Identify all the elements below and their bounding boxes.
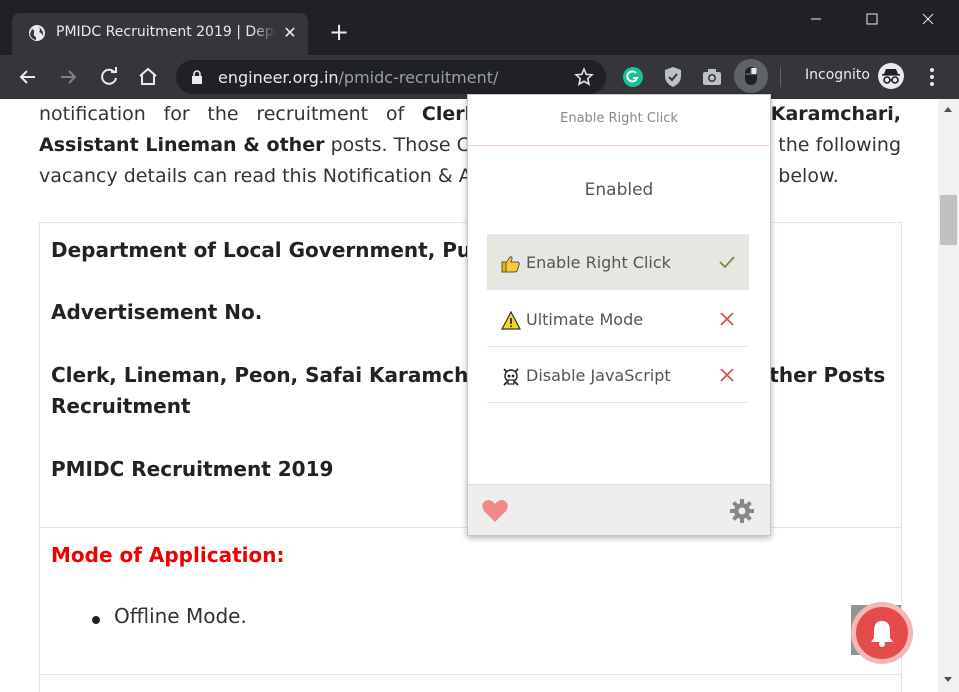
cross-icon — [720, 312, 734, 326]
globe-icon — [29, 25, 45, 41]
tab-close-icon[interactable]: ✕ — [280, 23, 300, 43]
popup-divider — [468, 145, 770, 146]
grammarly-icon[interactable] — [621, 65, 645, 89]
browser-menu-icon[interactable] — [924, 65, 940, 89]
warning-icon — [501, 311, 521, 330]
forward-arrow-icon[interactable] — [55, 64, 81, 90]
camera-icon[interactable] — [700, 65, 724, 89]
department-name: Department of Local Government, Punjab — [51, 238, 521, 262]
popup-status: Enabled — [584, 180, 654, 200]
bell-icon — [871, 621, 893, 647]
bookmark-star-icon[interactable] — [574, 67, 594, 87]
page-scrollbar[interactable] — [938, 99, 959, 692]
skull-icon — [503, 368, 519, 386]
new-tab-button[interactable]: + — [326, 20, 352, 46]
recruitment-name: PMIDC Recruitment 2019 — [51, 457, 334, 481]
option-label: Enable Right Click — [526, 253, 671, 272]
option-label: Ultimate Mode — [526, 310, 644, 329]
checkmark-icon — [719, 256, 735, 269]
table-row: Mode of Application: Offline Mode. — [40, 529, 901, 675]
minimize-icon[interactable] — [796, 6, 836, 32]
heart-icon[interactable] — [481, 498, 509, 524]
shield-extension-icon[interactable] — [661, 65, 685, 89]
popup-title: Enable Right Click — [560, 111, 678, 126]
extension-popup: Enable Right Click Enabled Enable Right … — [467, 94, 771, 536]
browser-titlebar: PMIDC Recruitment 2019 | Department of L… — [0, 0, 959, 55]
incognito-glyph-icon — [882, 69, 900, 84]
incognito-label: Incognito — [805, 67, 870, 83]
scrollbar-thumb[interactable] — [940, 195, 957, 245]
address-bar[interactable]: engineer.org.in/pmidc-recruitment/ — [176, 60, 606, 94]
thumbs-up-icon — [501, 256, 520, 273]
option-disable-javascript[interactable]: Disable JavaScript — [487, 347, 749, 403]
gear-icon[interactable] — [728, 497, 756, 525]
url-text: engineer.org.in/pmidc-recruitment/ — [218, 68, 498, 87]
maximize-icon[interactable] — [852, 6, 892, 32]
option-label: Disable JavaScript — [526, 366, 671, 385]
posts-line-2: Recruitment — [51, 394, 191, 418]
back-arrow-icon[interactable] — [15, 64, 41, 90]
reload-icon[interactable] — [96, 64, 122, 90]
toolbar-separator — [780, 67, 781, 87]
browser-toolbar: engineer.org.in/pmidc-recruitment/ Incog… — [0, 55, 959, 99]
tab-title: PMIDC Recruitment 2019 | Department of L… — [56, 24, 276, 40]
list-bullet — [92, 616, 100, 624]
cross-icon — [720, 368, 734, 382]
popup-footer — [468, 484, 770, 535]
browser-tab[interactable]: PMIDC Recruitment 2019 | Department of L… — [12, 13, 308, 55]
home-icon[interactable] — [135, 64, 161, 90]
option-enable-right-click[interactable]: Enable Right Click — [487, 234, 749, 290]
option-ultimate-mode[interactable]: Ultimate Mode — [487, 291, 749, 347]
mode-of-application-heading: Mode of Application: — [51, 543, 285, 567]
scroll-down-arrow-icon[interactable] — [944, 677, 952, 682]
incognito-icon[interactable] — [878, 63, 904, 89]
scroll-up-arrow-icon[interactable] — [944, 107, 952, 112]
list-item: Offline Mode. — [114, 604, 247, 628]
notification-bell-button[interactable] — [851, 602, 913, 664]
url-host: engineer.org.in — [218, 68, 339, 87]
window-close-icon[interactable] — [908, 6, 948, 32]
mouse-icon — [745, 67, 757, 85]
advertisement-number: Advertisement No. — [51, 300, 263, 324]
lock-icon — [192, 70, 202, 84]
url-path: /pmidc-recruitment/ — [338, 68, 499, 87]
intro-text-1: notification for the recruitment of — [39, 103, 422, 125]
enable-right-click-extension-button[interactable] — [734, 59, 768, 93]
